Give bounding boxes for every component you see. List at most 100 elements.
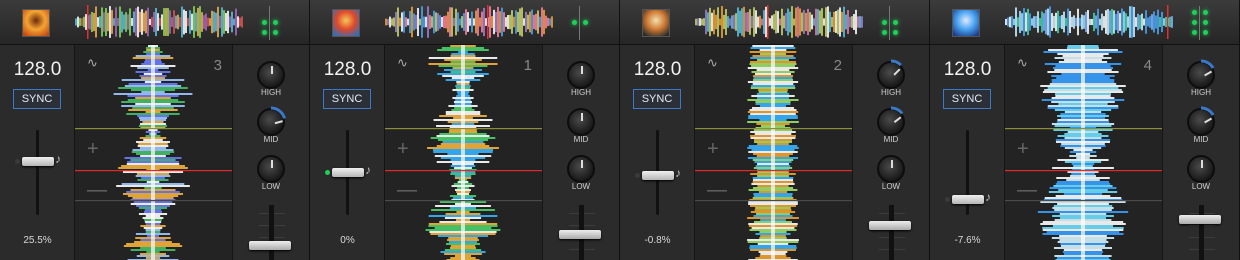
deck-header <box>310 0 619 45</box>
waveform-icon[interactable]: ∿ <box>397 55 408 71</box>
scrolling-waveform[interactable]: ∿ 3 + — <box>75 45 232 260</box>
overview-bar <box>81 18 83 26</box>
overview-bar <box>1135 17 1137 27</box>
overview-bar <box>1097 8 1099 36</box>
overview-bar <box>703 18 705 26</box>
scrolling-waveform[interactable]: ∿ 1 + — <box>385 45 542 260</box>
album-art[interactable] <box>952 9 980 37</box>
waveform-icon[interactable]: ∿ <box>707 55 718 71</box>
scrolling-waveform[interactable]: ∿ 2 + — <box>695 45 852 260</box>
zoom-in-icon[interactable]: + <box>87 139 99 159</box>
overview-bar <box>747 12 749 32</box>
overview-bar <box>1089 18 1091 26</box>
album-art[interactable] <box>22 9 50 37</box>
album-art[interactable] <box>332 9 360 37</box>
overview-bar <box>423 16 425 28</box>
overview-bar <box>753 7 755 37</box>
sync-button[interactable]: SYNC <box>633 89 681 109</box>
deck-tempo-panel: 128.0 SYNC ♪ 0% <box>310 45 385 260</box>
overview-bar <box>781 8 783 36</box>
overview-bar <box>387 18 389 26</box>
sync-button[interactable]: SYNC <box>943 89 991 109</box>
volume-fader-thumb[interactable] <box>249 241 291 250</box>
volume-fader-thumb[interactable] <box>869 221 911 230</box>
deck-number: 1 <box>523 57 532 74</box>
pitch-slider-track[interactable] <box>36 130 39 215</box>
overview-bar <box>841 11 843 33</box>
eq-high-knob[interactable] <box>257 61 285 89</box>
volume-fader-track[interactable] <box>889 205 894 260</box>
overview-bar <box>1127 16 1129 28</box>
overview-bar <box>511 10 513 34</box>
pitch-slider-thumb[interactable] <box>952 194 984 204</box>
music-note-icon[interactable]: ♪ <box>55 152 61 166</box>
pitch-slider-thumb[interactable] <box>22 157 54 166</box>
overview-bar <box>699 18 701 26</box>
track-overview-waveform[interactable] <box>385 5 553 39</box>
zoom-out-icon[interactable]: — <box>87 180 107 200</box>
overview-bar <box>219 15 221 29</box>
track-overview-waveform[interactable] <box>75 5 243 39</box>
music-note-icon[interactable]: ♪ <box>985 190 991 204</box>
album-art[interactable] <box>642 9 670 37</box>
volume-fader-thumb[interactable] <box>559 229 601 239</box>
music-note-icon[interactable]: ♪ <box>365 163 371 177</box>
eq-high-knob[interactable] <box>1187 59 1215 89</box>
zoom-out-icon[interactable]: — <box>1017 180 1037 200</box>
overview-bar <box>1053 15 1055 29</box>
eq-high-knob[interactable] <box>567 61 595 89</box>
overview-bar <box>717 7 719 37</box>
music-note-icon[interactable]: ♪ <box>675 166 681 180</box>
overview-bar <box>783 15 785 29</box>
track-overview-waveform[interactable] <box>695 5 863 39</box>
pitch-slider-thumb[interactable] <box>332 167 364 177</box>
zoom-out-icon[interactable]: — <box>397 180 417 200</box>
overview-bar <box>723 14 725 30</box>
overview-bar <box>1031 18 1033 26</box>
sync-button[interactable]: SYNC <box>323 89 371 109</box>
eq-low-label: LOW <box>1191 182 1211 191</box>
overview-bar <box>181 6 183 38</box>
volume-fader-track[interactable] <box>1199 205 1204 260</box>
sync-button[interactable]: SYNC <box>13 89 61 109</box>
eq-mid-knob[interactable] <box>877 106 905 136</box>
overview-bar <box>859 16 861 28</box>
overview-bar <box>233 18 235 26</box>
overview-bar <box>167 7 169 37</box>
eq-low-knob[interactable] <box>877 155 905 183</box>
overview-bar <box>513 16 515 28</box>
overview-bar <box>839 7 841 37</box>
overview-bar <box>1143 18 1145 26</box>
waveform-icon[interactable]: ∿ <box>87 55 98 71</box>
zoom-in-icon[interactable]: + <box>1017 139 1029 159</box>
overview-bar <box>467 12 469 32</box>
eq-low-knob[interactable] <box>567 155 595 183</box>
zoom-out-icon[interactable]: — <box>707 180 727 200</box>
track-overview-waveform[interactable] <box>1005 5 1173 39</box>
eq-low-knob[interactable] <box>1187 155 1215 183</box>
pitch-slider-thumb[interactable] <box>642 171 674 181</box>
overview-bar <box>1055 12 1057 32</box>
waveform-icon[interactable]: ∿ <box>1017 55 1028 71</box>
overview-bar <box>1011 16 1013 28</box>
eq-mid-knob[interactable] <box>1187 106 1215 136</box>
scrolling-waveform[interactable]: ∿ 4 + — <box>1005 45 1162 260</box>
volume-fader-thumb[interactable] <box>1179 214 1221 224</box>
overview-bar <box>173 10 175 34</box>
overview-bar <box>235 8 237 36</box>
zoom-in-icon[interactable]: + <box>397 139 409 159</box>
overview-bar <box>395 11 397 33</box>
knob-level-arc <box>1200 106 1215 116</box>
eq-low-knob[interactable] <box>257 155 285 183</box>
overview-bar <box>1043 13 1045 31</box>
pitch-value: 0% <box>340 235 355 246</box>
overview-bar <box>221 7 223 37</box>
eq-mid-knob[interactable] <box>257 106 286 136</box>
eq-mid-knob[interactable] <box>567 108 595 136</box>
eq-high-knob[interactable] <box>877 59 905 89</box>
knob-indicator <box>581 160 583 168</box>
volume-fader-track[interactable] <box>269 205 274 260</box>
overview-bar <box>763 10 765 34</box>
overview-bar <box>801 12 803 32</box>
zoom-in-icon[interactable]: + <box>707 139 719 159</box>
